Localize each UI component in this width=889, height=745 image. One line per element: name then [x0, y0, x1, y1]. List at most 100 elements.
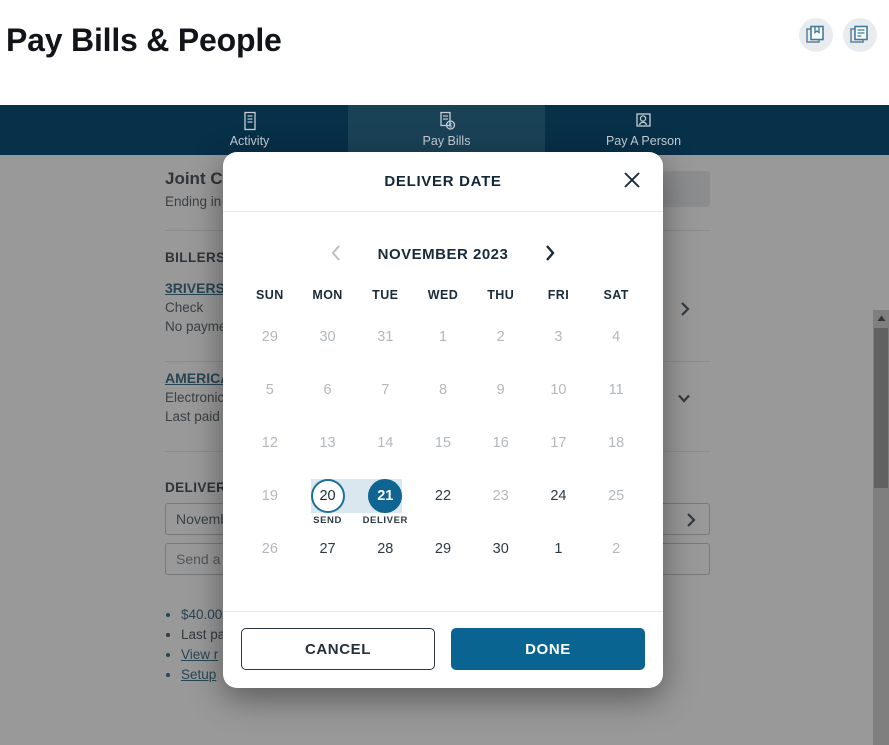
calendar-day-number[interactable]: 30 [484, 532, 518, 566]
page-header: Pay Bills & People [0, 0, 889, 105]
calendar-week-row: 12 13 14 15 16 17 18 [241, 422, 645, 475]
calendar-day-cell: 23 [472, 475, 530, 528]
calendar-day-cell: 18 [587, 422, 645, 475]
calendar-day-number: 31 [377, 329, 394, 345]
calendar-week-row: 29 30 31 1 2 3 4 [241, 316, 645, 369]
calendar-day-cell: 19 [241, 475, 299, 528]
next-month-button[interactable] [534, 238, 566, 270]
calendar-day-cell: 12 [241, 422, 299, 475]
tab-pay-bills-label: Pay Bills [422, 134, 471, 148]
calendar-day-cell: 29 [241, 316, 299, 369]
weekday-mon: MON [312, 288, 343, 302]
receipt-icon [241, 111, 259, 131]
calendar-day-number: 14 [377, 435, 394, 451]
calendar-day-cell[interactable]: 27 [299, 528, 357, 581]
calendar-day-cell: 3 [530, 316, 588, 369]
calendar-day-number: 5 [265, 382, 274, 398]
calendar-day-cell: 9 [472, 369, 530, 422]
deliver-date-modal: DELIVER DATE NOVEMBER 2023 SUN MON TUE W… [223, 152, 663, 688]
close-icon-button[interactable] [619, 168, 645, 194]
calendar-day-number: 7 [381, 382, 390, 398]
calendar-day-cell: 26 [241, 528, 299, 581]
calendar-day-number[interactable]: 29 [426, 532, 460, 566]
calendar-week-row: 5 6 7 8 9 10 11 [241, 369, 645, 422]
previous-month-button[interactable] [320, 238, 352, 270]
book-stack-icon [806, 25, 826, 45]
calendar-day-number: 25 [608, 488, 625, 504]
calendar-day-cell[interactable]: 1 [530, 528, 588, 581]
calendar-day-number[interactable]: 24 [541, 479, 575, 513]
modal-title: DELIVER DATE [384, 173, 502, 190]
chevron-left-icon [329, 243, 343, 266]
calendar-day-cell[interactable]: 22 [414, 475, 472, 528]
calendar-weekday-header: SUN MON TUE WED THU FRI SAT [241, 282, 645, 308]
done-button[interactable]: DONE [451, 628, 645, 670]
deliver-date-tag: DELIVER [362, 515, 408, 526]
calendar-day-cell: 17 [530, 422, 588, 475]
calendar-day-number[interactable]: 22 [426, 479, 460, 513]
page-title: Pay Bills & People [6, 22, 282, 58]
calendar-day-cell: 2 [587, 528, 645, 581]
calendar-day-number: 18 [608, 435, 625, 451]
calendar-day-number: 30 [319, 329, 336, 345]
calendar-day-cell: 16 [472, 422, 530, 475]
calendar-day-number: 6 [323, 382, 332, 398]
calendar-day-cell: 30 [299, 316, 357, 369]
calendar-day-cell: 8 [414, 369, 472, 422]
calendar-day-number: 10 [550, 382, 567, 398]
send-date-tag: SEND [313, 515, 342, 526]
calendar-day-number[interactable]: 20 [310, 479, 345, 513]
calendar: SUN MON TUE WED THU FRI SAT 29 30 31 1 2 3 4 5 6… [223, 282, 663, 581]
close-icon [622, 170, 642, 193]
month-navigation: NOVEMBER 2023 [223, 226, 663, 282]
cancel-button[interactable]: CANCEL [241, 628, 435, 670]
modal-footer: CANCEL DONE [223, 611, 663, 688]
calendar-day-cell: 6 [299, 369, 357, 422]
calendar-day-number: 2 [496, 329, 505, 345]
calendar-day-cell: 14 [356, 422, 414, 475]
calendar-day-number[interactable]: 27 [311, 532, 345, 566]
calendar-day-number: 19 [261, 488, 278, 504]
weekday-fri: FRI [547, 288, 570, 302]
tab-pay-a-person-label: Pay A Person [605, 134, 682, 148]
calendar-day-cell[interactable]: 28 [356, 528, 414, 581]
calendar-day-number: 1 [438, 329, 448, 345]
calendar-week-row: 19 20 SEND 21 DELIVER 22 23 24 25 [241, 475, 645, 528]
calendar-day-number: 11 [608, 382, 624, 398]
calendar-day-cell[interactable]: 24 [530, 475, 588, 528]
calendar-day-number[interactable]: 28 [368, 532, 402, 566]
calendar-day-cell[interactable]: 30 [472, 528, 530, 581]
calendar-day-cell: 10 [530, 369, 588, 422]
calendar-day-cell: 15 [414, 422, 472, 475]
tab-pay-bills[interactable]: $ Pay Bills [348, 105, 545, 155]
calendar-day-number: 15 [434, 435, 452, 451]
calendar-day-cell: 25 [587, 475, 645, 528]
calendar-day-number: 29 [261, 329, 278, 345]
main-nav: Activity $ Pay Bills Pay A Person [0, 105, 889, 155]
tab-activity-label: Activity [229, 134, 270, 148]
calendar-day-number: 17 [550, 435, 567, 451]
calendar-day-number[interactable]: 1 [541, 532, 575, 566]
calendar-day-number: 16 [492, 435, 509, 451]
calendar-day-number: 12 [261, 435, 278, 451]
document-stack-icon [850, 25, 870, 45]
calendar-day-cell[interactable]: 29 [414, 528, 472, 581]
weekday-thu: THU [487, 288, 515, 302]
tab-pay-a-person[interactable]: Pay A Person [545, 105, 742, 155]
weekday-wed: WED [427, 288, 459, 302]
chevron-right-icon [543, 243, 557, 266]
book-stack-icon-button[interactable] [799, 18, 833, 52]
month-label: NOVEMBER 2023 [377, 245, 509, 263]
calendar-week-row: 26 27 28 29 30 1 2 [241, 528, 645, 581]
weekday-sat: SAT [603, 288, 629, 302]
app-root: Pay Bills & People Activity $ Pay Bills … [0, 0, 889, 745]
calendar-day-number: 8 [438, 382, 448, 398]
weekday-sun: SUN [256, 288, 284, 302]
bill-dollar-icon: $ [437, 111, 457, 131]
calendar-day-cell: 11 [587, 369, 645, 422]
document-stack-icon-button[interactable] [843, 18, 877, 52]
tab-activity[interactable]: Activity [151, 105, 348, 155]
calendar-day-cell: 13 [299, 422, 357, 475]
calendar-day-number: 2 [612, 541, 621, 557]
calendar-day-cell: 4 [587, 316, 645, 369]
